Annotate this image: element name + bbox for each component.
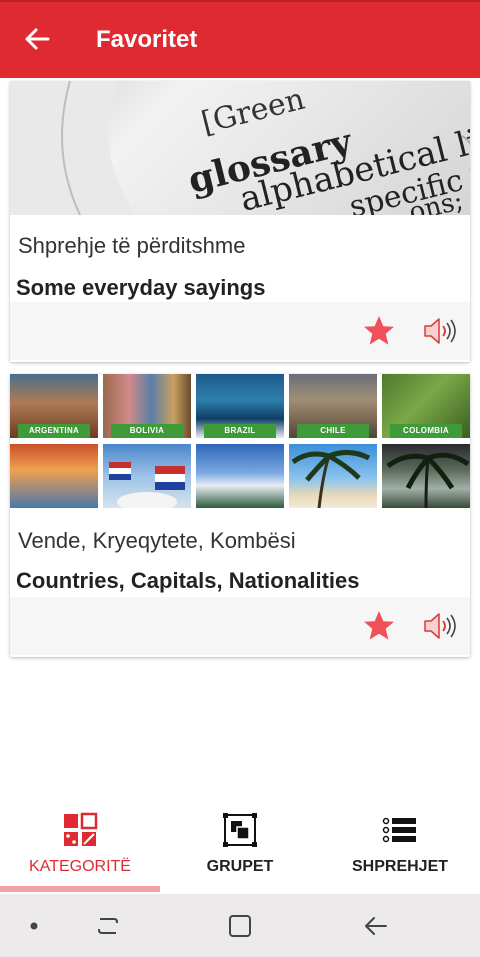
tab-phrases-label: SHPREHJET: [351, 858, 449, 875]
status-strip: [0, 0, 480, 2]
category-card[interactable]: [Green glossary alphabetical lis specifi…: [10, 81, 470, 362]
card-title: Countries, Capitals, Nationalities: [16, 568, 360, 593]
card-subtitle: Vende, Kryeqytete, Kombësi: [18, 528, 296, 553]
tab-categories-label: KATEGORITË: [29, 858, 131, 875]
glossary-image: [Green glossary alphabetical lis specifi…: [10, 81, 470, 215]
home-icon[interactable]: [226, 912, 254, 940]
card-actions: [10, 302, 470, 360]
country-photo: [103, 444, 191, 508]
flag-graphic: [109, 462, 185, 508]
country-photo: ARGENTINA: [10, 374, 98, 438]
speaker-icon[interactable]: [422, 316, 458, 346]
star-icon[interactable]: [362, 314, 396, 348]
tab-phrases[interactable]: SHPREHJET: [320, 806, 480, 894]
categories-icon: [64, 812, 98, 846]
country-photo: BRAZIL: [196, 374, 284, 438]
recent-apps-icon[interactable]: [94, 912, 122, 940]
tab-groups-label: GRUPET: [206, 858, 274, 875]
tab-categories[interactable]: KATEGORITË: [0, 806, 160, 894]
country-photo: [196, 444, 284, 508]
country-tag: BOLIVIA: [111, 424, 183, 438]
palm-graphic: [386, 452, 470, 508]
active-tab-indicator: [0, 886, 160, 892]
list-icon: [382, 817, 416, 843]
back-arrow-icon[interactable]: [22, 24, 52, 54]
card-actions: [10, 597, 470, 655]
bottom-navigation: KATEGORITË GRUPET SHPREHJET: [0, 806, 480, 894]
app-bar: Favoritet: [0, 0, 480, 78]
country-tag: BRAZIL: [204, 424, 276, 438]
groups-icon: [223, 813, 257, 847]
star-icon[interactable]: [362, 609, 396, 643]
card-title: Some everyday sayings: [16, 275, 266, 300]
country-photo: [289, 444, 377, 508]
palm-graphic: [291, 450, 371, 508]
country-photo: [10, 444, 98, 508]
tab-groups[interactable]: GRUPET: [160, 806, 320, 894]
country-photo: CHILE: [289, 374, 377, 438]
system-navigation-bar: [0, 894, 480, 957]
card-subtitle: Shprehje të përditshme: [18, 233, 246, 258]
country-photo: [382, 444, 470, 508]
country-tag: COLOMBIA: [390, 424, 462, 438]
category-card[interactable]: ARGENTINA BOLIVIA BRAZIL CHILE COLOMBIA: [10, 374, 470, 657]
country-photo: BOLIVIA: [103, 374, 191, 438]
page-title: Favoritet: [96, 26, 198, 53]
country-photo: COLOMBIA: [382, 374, 470, 438]
back-icon[interactable]: [362, 912, 390, 940]
dot-icon[interactable]: [20, 912, 48, 940]
speaker-icon[interactable]: [422, 611, 458, 641]
country-tag: CHILE: [297, 424, 369, 438]
countries-collage: ARGENTINA BOLIVIA BRAZIL CHILE COLOMBIA: [10, 374, 470, 508]
country-tag: ARGENTINA: [18, 424, 90, 438]
